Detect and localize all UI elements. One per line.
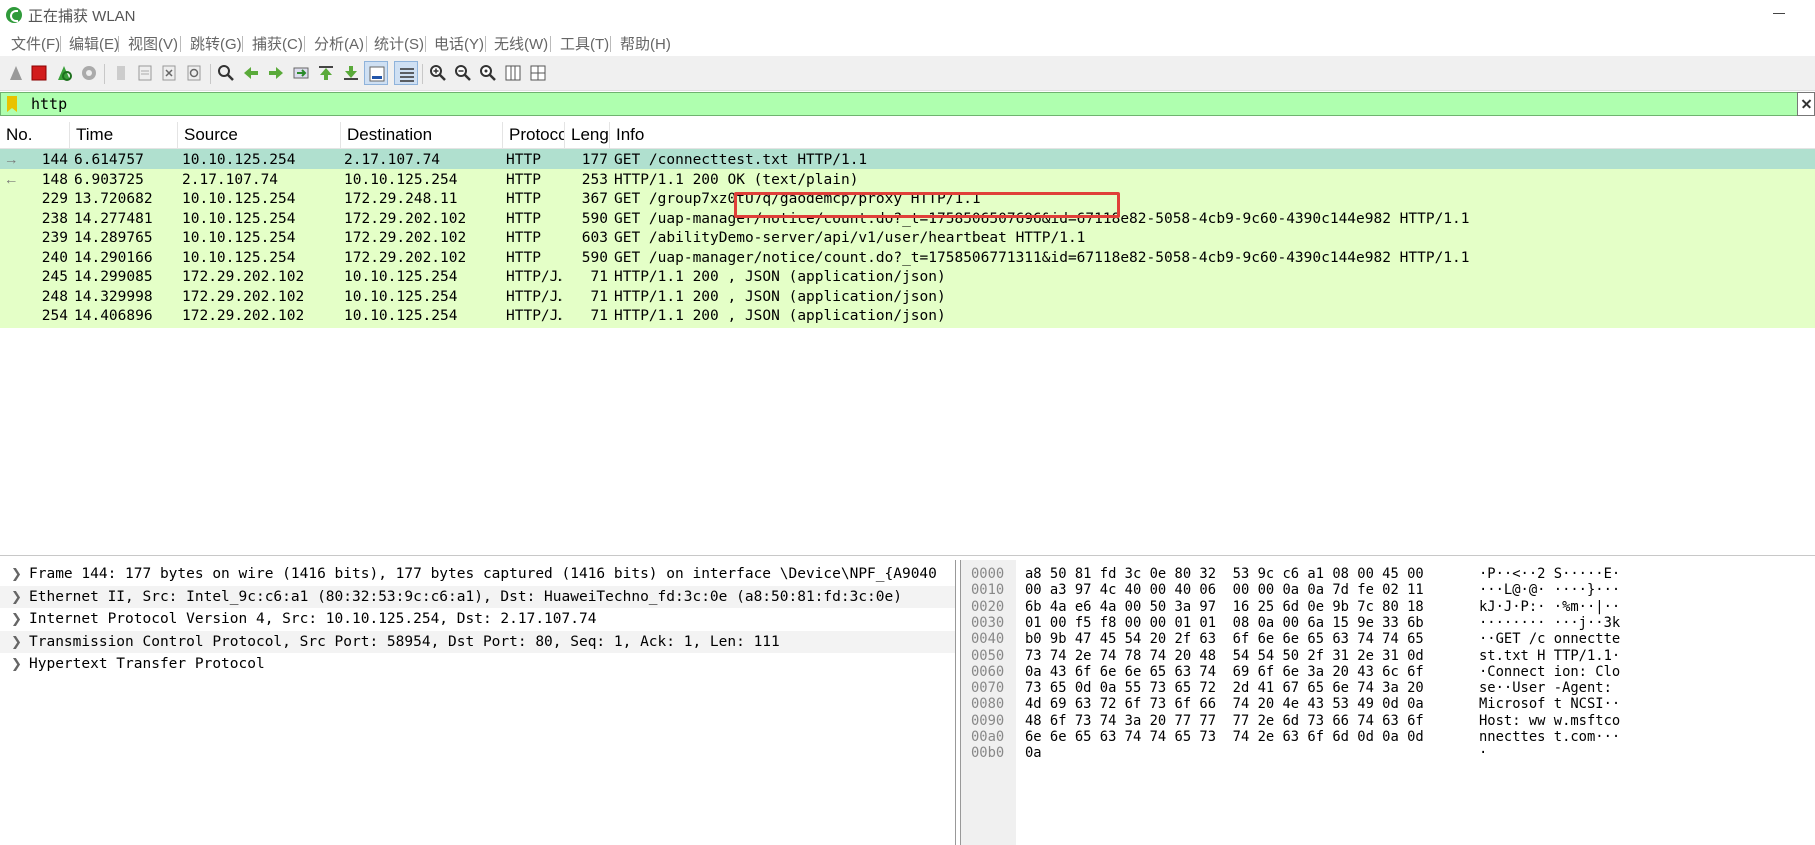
- cell-source: 172.29.202.102: [182, 308, 305, 324]
- menu-edit[interactable]: 编辑(E): [68, 33, 120, 54]
- detail-row-frame[interactable]: ❯ Frame 144: 177 bytes on wire (1416 bit…: [0, 563, 955, 586]
- menu-separator: [550, 36, 551, 52]
- column-header-length[interactable]: Lengt: [565, 122, 610, 148]
- filter-bookmark-icon[interactable]: [7, 96, 17, 112]
- restart-capture-icon[interactable]: [52, 61, 76, 85]
- column-header-protocol[interactable]: Protoco: [503, 122, 565, 148]
- byte-row[interactable]: 00b0 0a ·: [961, 744, 1815, 763]
- detail-text: Transmission Control Protocol, Src Port:…: [29, 633, 780, 650]
- zoom-normal-icon[interactable]: [476, 61, 500, 85]
- capture-options-icon[interactable]: [77, 61, 101, 85]
- expand-chevron-icon[interactable]: ❯: [11, 586, 22, 609]
- go-first-icon[interactable]: [314, 61, 338, 85]
- find-packet-icon[interactable]: [214, 61, 238, 85]
- column-header-time[interactable]: Time: [70, 122, 178, 148]
- menu-separator: [610, 36, 611, 52]
- detail-text: Hypertext Transfer Protocol: [29, 656, 265, 672]
- menu-separator: [60, 36, 61, 52]
- menu-help[interactable]: 帮助(H): [619, 33, 672, 54]
- cell-length: 71: [590, 308, 608, 324]
- menu-separator: [242, 36, 243, 52]
- detail-row-ip[interactable]: ❯ Internet Protocol Version 4, Src: 10.1…: [0, 608, 955, 631]
- cell-protocol: HTTP/J…: [506, 308, 562, 324]
- go-forward-icon[interactable]: [264, 61, 288, 85]
- menu-wireless[interactable]: 无线(W): [493, 33, 549, 54]
- zoom-in-icon[interactable]: [426, 61, 450, 85]
- menu-separator: [180, 36, 181, 52]
- display-filter-input[interactable]: http: [31, 95, 67, 113]
- open-file-icon[interactable]: [108, 61, 132, 85]
- colorize-icon[interactable]: [394, 61, 418, 85]
- menu-separator: [425, 36, 426, 52]
- packet-list-header: No. Time Source Destination Protoco Leng…: [0, 122, 1815, 149]
- menu-separator: [118, 36, 119, 52]
- menu-bar: 文件(F) 编辑(E) 视图(V) 跳转(G) 捕获(C) 分析(A) 统计(S…: [0, 28, 1815, 56]
- auto-scroll-icon[interactable]: [364, 61, 388, 85]
- cell-destination: 10.10.125.254: [344, 308, 458, 324]
- menu-capture[interactable]: 捕获(C): [251, 33, 304, 54]
- go-back-icon[interactable]: [239, 61, 263, 85]
- expand-chevron-icon[interactable]: ❯: [11, 631, 22, 654]
- expand-chevron-icon[interactable]: ❯: [11, 653, 22, 676]
- go-to-packet-icon[interactable]: [289, 61, 313, 85]
- cell-time: 14.406896: [74, 308, 153, 324]
- detail-row-tcp[interactable]: ❯ Transmission Control Protocol, Src Por…: [0, 630, 955, 654]
- resize-columns-icon[interactable]: [501, 61, 525, 85]
- packet-list: No. Time Source Destination Protoco Leng…: [0, 122, 1815, 556]
- close-file-icon[interactable]: [157, 61, 181, 85]
- detail-text: Internet Protocol Version 4, Src: 10.10.…: [29, 611, 597, 627]
- detail-text: Frame 144: 177 bytes on wire (1416 bits)…: [29, 566, 937, 582]
- zoom-out-icon[interactable]: [451, 61, 475, 85]
- menu-go[interactable]: 跳转(G): [189, 33, 243, 54]
- menu-statistics[interactable]: 统计(S): [373, 33, 425, 54]
- stop-capture-icon[interactable]: [27, 61, 51, 85]
- packet-bytes-pane: 0000 a8 50 81 fd 3c 0e 80 32 53 9c c6 a1 …: [961, 560, 1815, 845]
- toolbar-separator: [104, 64, 105, 84]
- display-filter-bar: http: [0, 92, 1815, 116]
- column-header-info[interactable]: Info: [610, 122, 1815, 148]
- toolbar-separator: [422, 64, 423, 84]
- column-header-source[interactable]: Source: [178, 122, 341, 148]
- wireshark-app-icon: [6, 7, 22, 23]
- title-bar: 正在捕获 WLAN: [0, 0, 1815, 28]
- highlight-annotation-box: [734, 192, 1120, 218]
- packet-row[interactable]: 254 14.406896 172.29.202.102 10.10.125.254 H…: [0, 305, 1815, 328]
- byte-hex: 0a: [1025, 745, 1042, 762]
- layout-icon[interactable]: [526, 61, 550, 85]
- toolbar-separator: [210, 64, 211, 84]
- detail-row-ethernet[interactable]: ❯ Ethernet II, Src: Intel_9c:c6:a1 (80:3…: [0, 585, 955, 609]
- detail-row-http[interactable]: ❯ Hypertext Transfer Protocol: [0, 653, 955, 676]
- column-header-no[interactable]: No.: [0, 122, 70, 148]
- packet-details-pane: ❯ Frame 144: 177 bytes on wire (1416 bit…: [0, 560, 955, 845]
- cell-no: 254: [41, 308, 68, 324]
- reload-file-icon[interactable]: [182, 61, 206, 85]
- clear-filter-icon[interactable]: [1797, 92, 1815, 116]
- byte-ascii: ·: [1479, 745, 1488, 762]
- menu-separator: [485, 36, 486, 52]
- cell-info: HTTP/1.1 200 , JSON (application/json): [614, 308, 946, 324]
- menu-separator: [304, 36, 305, 52]
- menu-file[interactable]: 文件(F): [10, 33, 61, 54]
- expand-chevron-icon[interactable]: ❯: [11, 563, 22, 586]
- column-header-destination[interactable]: Destination: [341, 122, 503, 148]
- go-last-icon[interactable]: [339, 61, 363, 85]
- menu-tools[interactable]: 工具(T): [559, 33, 610, 54]
- save-file-icon[interactable]: [133, 61, 157, 85]
- main-toolbar: [0, 56, 1815, 91]
- expand-chevron-icon[interactable]: ❯: [11, 608, 22, 631]
- minimize-button[interactable]: [1767, 4, 1791, 22]
- byte-offset: 00b0: [971, 745, 1005, 762]
- menu-telephony[interactable]: 电话(Y): [433, 33, 485, 54]
- menu-analyze[interactable]: 分析(A): [313, 33, 365, 54]
- detail-text: Ethernet II, Src: Intel_9c:c6:a1 (80:32:…: [29, 588, 902, 605]
- start-capture-icon[interactable]: [4, 61, 28, 85]
- menu-view[interactable]: 视图(V): [127, 33, 179, 54]
- window-title: 正在捕获 WLAN: [28, 8, 136, 25]
- menu-separator: [366, 36, 367, 52]
